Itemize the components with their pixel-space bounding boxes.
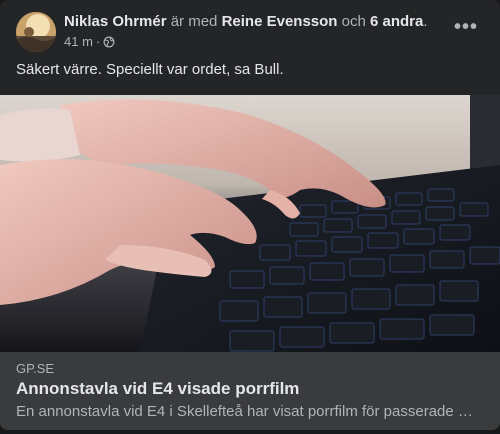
meta-separator: ·: [95, 34, 101, 49]
link-description: En annonstavla vid E4 i Skellefteå har v…: [16, 403, 476, 420]
post-timestamp[interactable]: 41 m: [64, 34, 93, 50]
link-preview-image[interactable]: [0, 95, 500, 352]
tagged-person[interactable]: Reine Evensson: [222, 13, 338, 30]
more-options-button[interactable]: •••: [448, 16, 484, 46]
post-header-line: Niklas Ohrmér är med Reine Evensson och …: [64, 12, 440, 32]
link-preview-info[interactable]: GP.SE Annonstavla vid E4 visade porrfilm…: [0, 352, 500, 430]
typing-on-laptop-image: [0, 95, 500, 352]
post-card: Niklas Ohrmér är med Reine Evensson och …: [0, 0, 500, 430]
and-text: och: [341, 13, 366, 30]
others-link[interactable]: 6 andra: [370, 13, 423, 30]
author-name[interactable]: Niklas Ohrmér: [64, 13, 167, 30]
avatar-photo-icon: [16, 12, 56, 52]
post-meta: 41 m ·: [64, 34, 115, 50]
post-text: Säkert värre. Speciellt var ordet, sa Bu…: [16, 61, 284, 78]
globe-icon[interactable]: [103, 36, 115, 48]
with-text: är med: [170, 13, 218, 30]
author-avatar[interactable]: [16, 12, 56, 52]
more-options-icon: •••: [453, 15, 478, 38]
link-preview-card[interactable]: GP.SE Annonstavla vid E4 visade porrfilm…: [0, 95, 500, 430]
link-domain: GP.SE: [16, 361, 55, 376]
header-period: .: [423, 13, 428, 30]
link-title[interactable]: Annonstavla vid E4 visade porrfilm: [16, 378, 484, 400]
